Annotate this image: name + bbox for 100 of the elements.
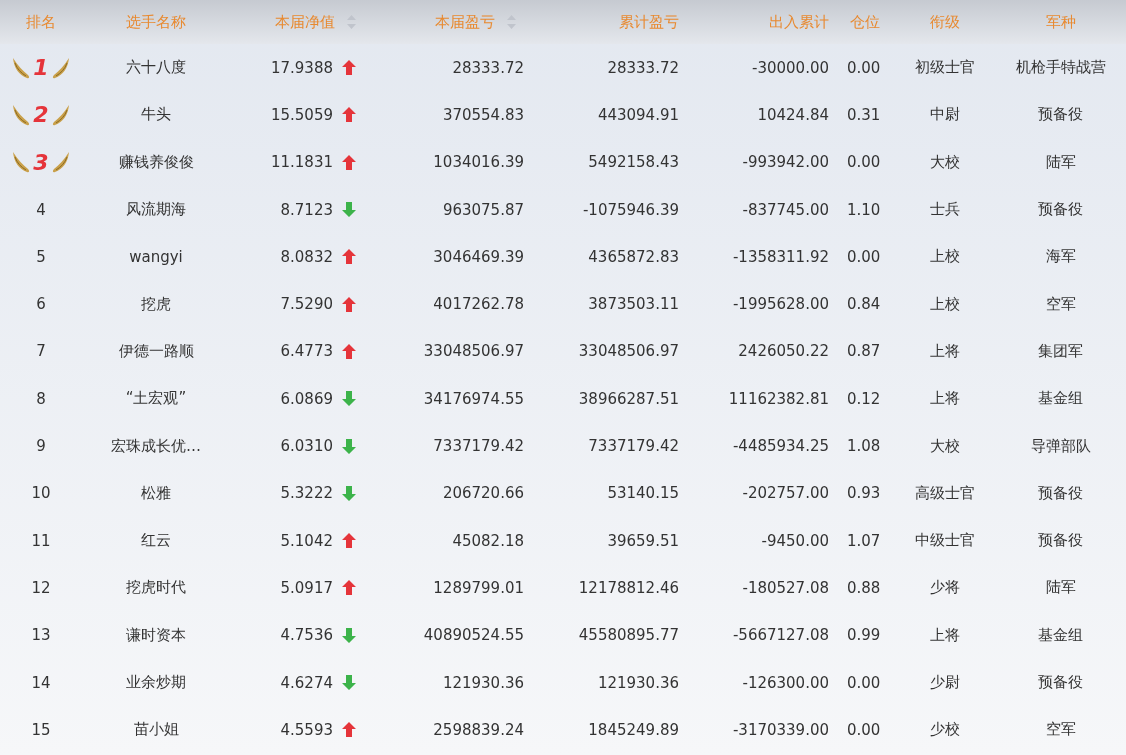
rank-title: 上将 <box>930 389 960 409</box>
season-profit: 4017262.78 <box>433 295 524 314</box>
season-profit: 121930.36 <box>442 673 524 692</box>
net-flow: -1995628.00 <box>732 295 829 314</box>
column-header: 仓位 <box>850 12 880 32</box>
rank-title: 上将 <box>930 341 960 361</box>
rank-title: 中尉 <box>930 105 960 125</box>
net-flow: -30000.00 <box>752 58 829 77</box>
total-profit: 45580895.77 <box>578 626 679 645</box>
season-profit: 370554.83 <box>442 105 524 124</box>
net-flow: 2426050.22 <box>738 342 829 361</box>
net-flow: -4485934.25 <box>732 437 829 455</box>
rank-number: 9 <box>36 437 46 455</box>
net-value: 11.1831 <box>270 153 333 172</box>
position-ratio: 0.00 <box>847 673 881 692</box>
player-name: 挖虎 <box>141 294 171 314</box>
rank-number: 7 <box>36 342 46 361</box>
branch-name: 空军 <box>1045 720 1076 740</box>
total-profit: 4365872.83 <box>588 247 679 266</box>
season-profit: 33048506.97 <box>423 342 524 361</box>
rank-title: 大校 <box>930 152 960 172</box>
column-header: 军种 <box>1045 12 1076 32</box>
player-name: 六十八度 <box>126 58 186 78</box>
branch-name: 陆军 <box>1045 152 1076 172</box>
net-flow: -1358311.92 <box>732 247 829 266</box>
position-ratio: 0.00 <box>847 153 881 172</box>
position-ratio: 0.00 <box>847 247 881 266</box>
net-value: 17.9388 <box>270 58 333 77</box>
total-profit: 5492158.43 <box>588 153 679 172</box>
season-profit: 1289799.01 <box>433 578 524 597</box>
position-ratio: 0.93 <box>847 484 881 503</box>
season-profit: 40890524.55 <box>423 626 524 645</box>
net-flow: -993942.00 <box>742 153 829 172</box>
branch-name: 机枪手特战营 <box>1015 58 1106 78</box>
net-value: 5.0917 <box>280 578 333 597</box>
player-name: 赚钱养俊俊 <box>118 152 194 172</box>
net-value: 6.0310 <box>280 437 333 455</box>
branch-name: 陆军 <box>1045 578 1076 598</box>
rank-title: 高级士官 <box>915 483 975 503</box>
season-profit: 34176974.55 <box>423 389 524 408</box>
rank-number: 14 <box>31 673 51 692</box>
branch-name: 基金组 <box>1038 625 1083 645</box>
wing-icon <box>11 150 32 175</box>
branch-name: 导弹部队 <box>1030 436 1091 456</box>
net-flow: -3170339.00 <box>732 720 829 739</box>
season-profit: 7337179.42 <box>433 437 524 455</box>
player-name: 风流期海 <box>126 200 186 220</box>
net-flow: -126300.00 <box>742 673 829 692</box>
rank-title: 少尉 <box>930 673 960 692</box>
total-profit: 28333.72 <box>607 58 679 77</box>
position-ratio: 0.31 <box>847 105 881 124</box>
position-ratio: 0.99 <box>847 626 881 645</box>
branch-name: 预备役 <box>1038 673 1083 692</box>
net-value: 8.7123 <box>280 200 333 219</box>
total-profit: 12178812.46 <box>578 578 679 597</box>
column-header[interactable]: 本届盈亏 <box>435 12 495 32</box>
player-name: 业余炒期 <box>126 673 186 692</box>
rank-title: 少校 <box>930 720 960 740</box>
net-value: 6.0869 <box>280 389 333 408</box>
sort-icon[interactable] <box>507 15 516 29</box>
season-profit: 1034016.39 <box>433 153 524 172</box>
rank-number: 6 <box>36 295 46 314</box>
player-name: 伊德一路顺 <box>118 341 194 361</box>
season-profit: 963075.87 <box>442 200 524 219</box>
net-value: 5.3222 <box>280 484 333 503</box>
rank-number: 8 <box>36 389 46 408</box>
net-value: 5.1042 <box>280 531 333 550</box>
rank-number: 4 <box>36 200 46 219</box>
rank-number: 15 <box>31 720 51 739</box>
total-profit: 39659.51 <box>607 531 679 550</box>
column-header: 衔级 <box>930 12 960 32</box>
player-name: 苗小姐 <box>133 720 179 740</box>
player-name: 谦时资本 <box>126 625 186 645</box>
column-header: 排名 <box>26 12 56 32</box>
net-value: 6.4773 <box>280 342 333 361</box>
season-profit: 206720.66 <box>442 484 524 503</box>
position-ratio: 1.10 <box>847 200 881 219</box>
position-ratio: 0.00 <box>847 720 881 739</box>
rank-title: 士兵 <box>930 200 960 220</box>
rank-number: 1 <box>33 55 49 81</box>
rank-title: 上将 <box>930 625 960 645</box>
net-value: 4.7536 <box>280 626 333 645</box>
branch-name: 预备役 <box>1038 105 1083 125</box>
rank-number: 10 <box>31 484 51 503</box>
net-value: 7.5290 <box>280 295 333 314</box>
total-profit: 33048506.97 <box>578 342 679 361</box>
season-profit: 2598839.24 <box>433 720 524 739</box>
total-profit: 53140.15 <box>607 484 679 503</box>
season-profit: 28333.72 <box>452 58 524 77</box>
net-flow: -180527.08 <box>742 578 829 597</box>
rank-number: 2 <box>33 102 49 128</box>
rank-title: 上校 <box>930 247 960 267</box>
column-header[interactable]: 本届净值 <box>275 12 335 32</box>
season-profit: 3046469.39 <box>433 247 524 266</box>
sort-icon[interactable] <box>347 15 356 29</box>
branch-name: 集团军 <box>1038 341 1083 361</box>
branch-name: 海军 <box>1045 247 1076 267</box>
rank-number: 12 <box>31 578 51 597</box>
total-profit: 38966287.51 <box>578 389 679 408</box>
net-flow: -837745.00 <box>742 200 829 219</box>
